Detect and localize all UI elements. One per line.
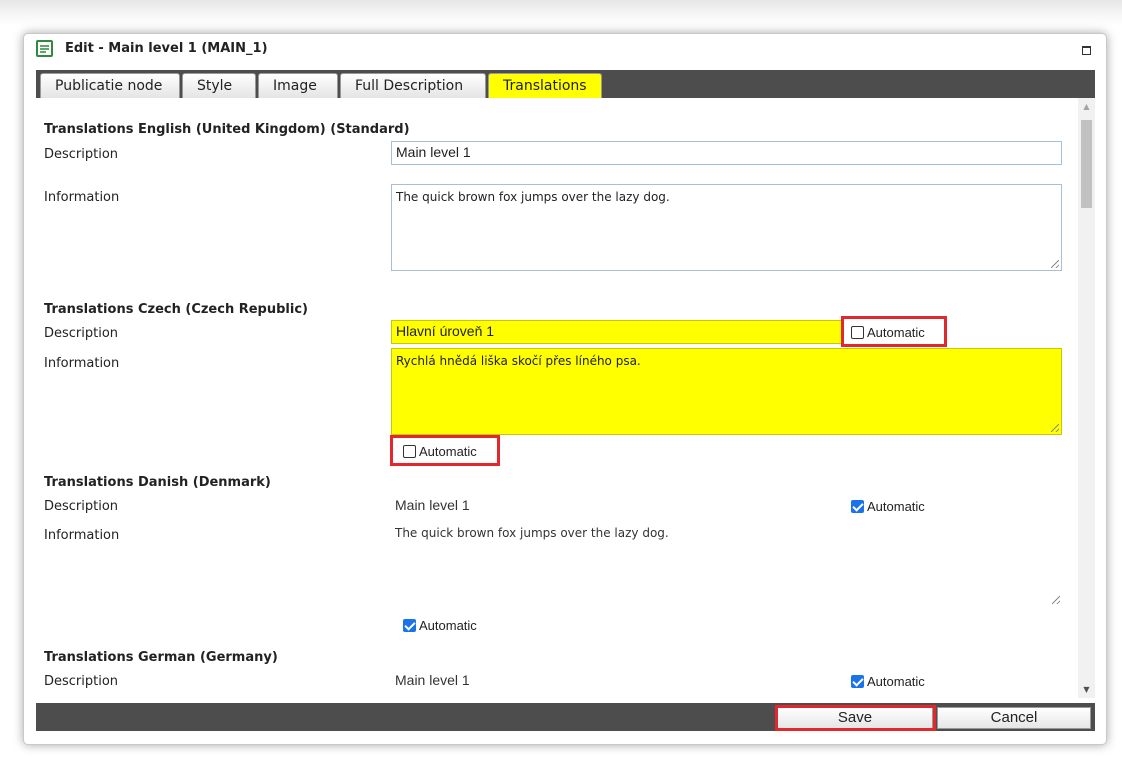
description-label: Description bbox=[44, 326, 119, 341]
section-title-danish: Translations Danish (Denmark) bbox=[44, 475, 271, 490]
vertical-scrollbar[interactable]: ▲ ▼ bbox=[1078, 98, 1095, 698]
dialog-title: Edit - Main level 1 (MAIN_1) bbox=[65, 41, 268, 56]
dialog-footer: Save Cancel bbox=[36, 703, 1095, 731]
automatic-checkbox-danish-information[interactable]: Automatic bbox=[403, 617, 477, 633]
section-title-german: Translations German (Germany) bbox=[44, 650, 278, 665]
maximize-icon[interactable] bbox=[1082, 46, 1091, 55]
scroll-down-icon[interactable]: ▼ bbox=[1078, 681, 1095, 698]
description-input-english[interactable]: Main level 1 bbox=[391, 141, 1062, 165]
highlight-box bbox=[841, 316, 947, 347]
tab-label: Publicatie node bbox=[55, 78, 163, 94]
tab-style[interactable]: Style bbox=[182, 73, 256, 98]
checkbox-checked-icon[interactable] bbox=[851, 674, 864, 688]
section-title-english: Translations English (United Kingdom) (S… bbox=[44, 122, 410, 137]
tab-label: Full Description bbox=[355, 78, 464, 94]
resize-handle[interactable] bbox=[1051, 424, 1059, 432]
tab-bar: Publicatie node Style Image Full Descrip… bbox=[36, 70, 1095, 98]
description-input-czech[interactable]: Hlavní úroveň 1 bbox=[391, 320, 842, 344]
scroll-thumb[interactable] bbox=[1081, 120, 1092, 208]
description-value-danish: Main level 1 bbox=[395, 497, 470, 513]
tab-label: Translations bbox=[503, 78, 587, 94]
information-textarea-czech[interactable]: Rychlá hnědá liška skočí přes líného psa… bbox=[391, 348, 1062, 435]
scroll-up-icon[interactable]: ▲ bbox=[1078, 98, 1095, 115]
tab-translations[interactable]: Translations bbox=[488, 73, 602, 98]
resize-handle[interactable] bbox=[1052, 596, 1060, 604]
translations-panel: Translations English (United Kingdom) (S… bbox=[36, 98, 1095, 698]
background-shadow bbox=[0, 0, 1122, 26]
tab-label: Style bbox=[197, 78, 233, 94]
dialog-titlebar: Edit - Main level 1 (MAIN_1) bbox=[24, 34, 1106, 64]
automatic-label: Automatic bbox=[419, 617, 477, 633]
tab-full-description[interactable]: Full Description bbox=[340, 73, 486, 98]
cancel-button[interactable]: Cancel bbox=[937, 707, 1091, 729]
checkbox-checked-icon[interactable] bbox=[403, 618, 416, 632]
highlight-box bbox=[775, 705, 936, 731]
information-text: The quick brown fox jumps over the lazy … bbox=[396, 190, 670, 204]
description-label: Description bbox=[44, 147, 119, 162]
edit-dialog: Edit - Main level 1 (MAIN_1) Publicatie … bbox=[23, 33, 1107, 745]
tab-publicatie-node[interactable]: Publicatie node bbox=[40, 73, 180, 98]
information-label: Information bbox=[44, 356, 120, 371]
automatic-checkbox-danish-description[interactable]: Automatic bbox=[851, 498, 925, 514]
tab-label: Image bbox=[273, 78, 317, 94]
information-textarea-english[interactable]: The quick brown fox jumps over the lazy … bbox=[391, 184, 1062, 271]
information-label: Information bbox=[44, 528, 120, 543]
highlight-box bbox=[390, 435, 500, 466]
section-title-czech: Translations Czech (Czech Republic) bbox=[44, 302, 308, 317]
information-label: Information bbox=[44, 190, 120, 205]
information-text: Rychlá hnědá liška skočí přes líného psa… bbox=[396, 354, 641, 368]
tab-image[interactable]: Image bbox=[258, 73, 338, 98]
automatic-label: Automatic bbox=[867, 673, 925, 689]
resize-handle[interactable] bbox=[1051, 260, 1059, 268]
description-label: Description bbox=[44, 499, 119, 514]
form-icon bbox=[36, 40, 53, 57]
automatic-label: Automatic bbox=[867, 498, 925, 514]
automatic-checkbox-german-description[interactable]: Automatic bbox=[851, 673, 925, 689]
description-label: Description bbox=[44, 674, 119, 689]
checkbox-checked-icon[interactable] bbox=[851, 499, 864, 513]
description-value-german: Main level 1 bbox=[395, 672, 470, 688]
information-value-danish: The quick brown fox jumps over the lazy … bbox=[395, 526, 669, 540]
